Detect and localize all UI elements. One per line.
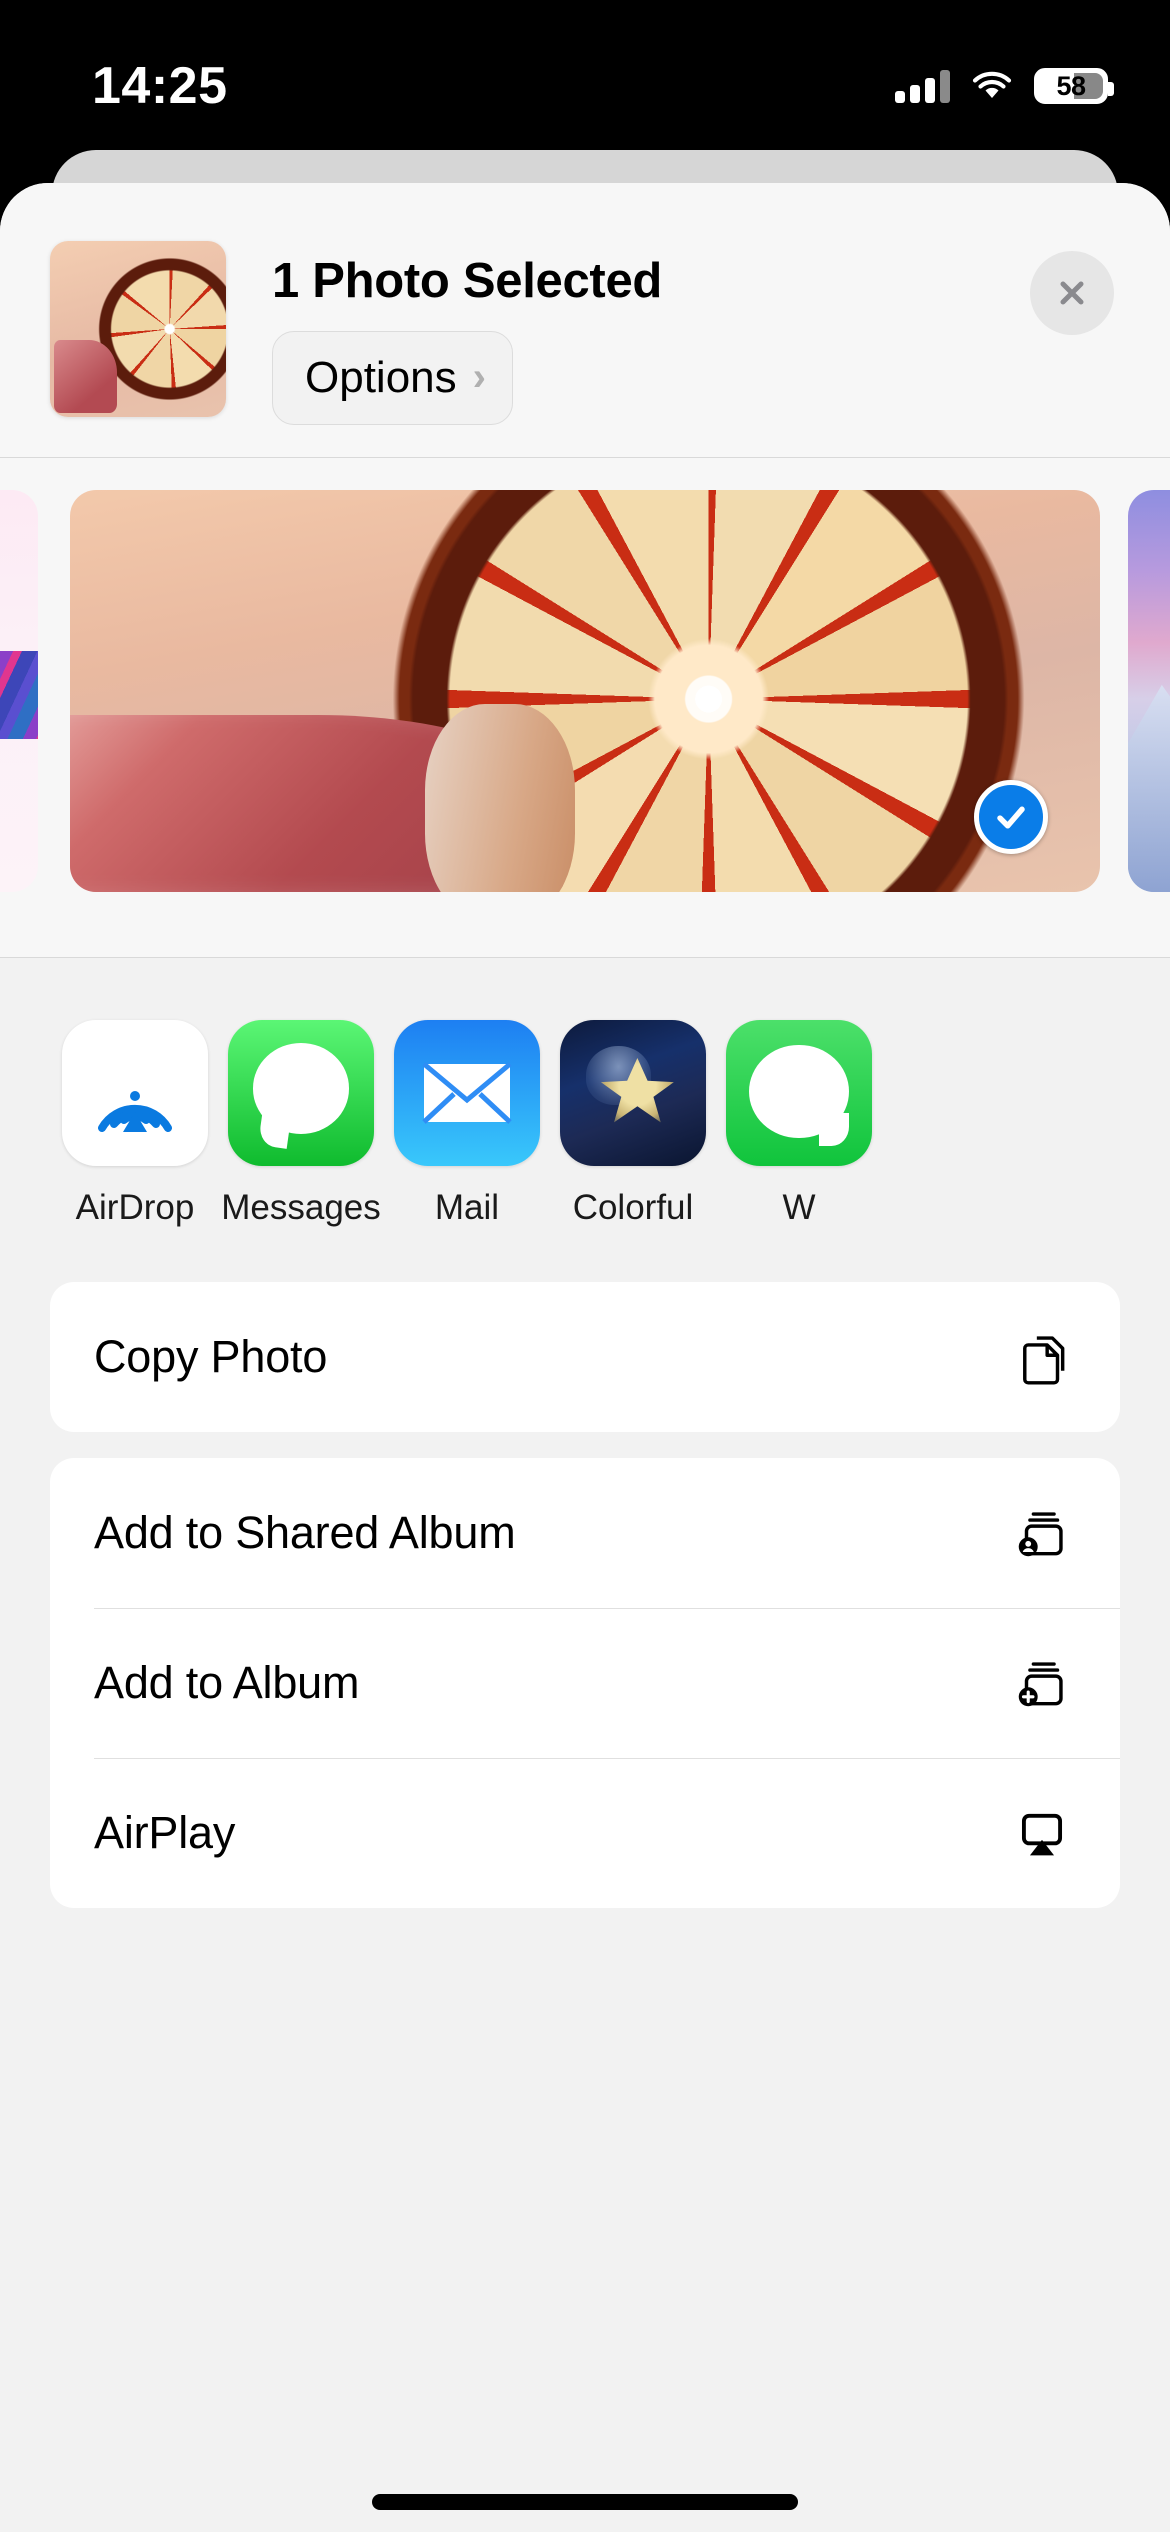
messages-icon — [228, 1020, 374, 1166]
action-label: Add to Album — [94, 1657, 360, 1708]
status-bar: 14:25 58 — [0, 0, 1170, 150]
battery-percent: 58 — [1056, 70, 1086, 101]
photo-carousel[interactable] — [0, 458, 1170, 958]
action-group-albums: Add to Shared Album Add to Album AirPlay — [50, 1458, 1120, 1908]
action-row-airplay[interactable]: AirPlay — [50, 1758, 1120, 1908]
selected-photo-thumbnail[interactable] — [50, 241, 226, 417]
action-row-add-shared-album[interactable]: Add to Shared Album — [50, 1458, 1120, 1608]
status-indicators: 58 — [895, 68, 1114, 104]
wifi-icon — [972, 71, 1012, 101]
share-targets-row[interactable]: AirDrop Messages Mail Colorful W — [0, 958, 1170, 1282]
airplay-icon — [1006, 1797, 1078, 1869]
grapefruit-photo[interactable] — [70, 490, 1100, 892]
home-indicator — [372, 2494, 798, 2510]
share-target-colorful[interactable]: Colorful — [550, 1020, 716, 1228]
action-label: AirPlay — [94, 1807, 236, 1858]
colorful-icon — [560, 1020, 706, 1166]
action-row-add-album[interactable]: Add to Album — [50, 1608, 1120, 1758]
share-target-label: Mail — [434, 1188, 500, 1227]
share-target-label: Colorful — [572, 1188, 694, 1227]
share-target-whatsapp[interactable]: W — [716, 1020, 882, 1228]
photo-selected-check[interactable] — [974, 780, 1048, 854]
shared-album-icon — [1006, 1497, 1078, 1569]
airdrop-icon — [62, 1020, 208, 1166]
cellular-bars-icon — [895, 69, 950, 103]
previous-photo-partial[interactable] — [0, 490, 38, 892]
status-time: 14:25 — [92, 57, 228, 115]
share-sheet-header: 1 Photo Selected Options › — [0, 183, 1170, 458]
share-target-label: AirDrop — [75, 1188, 195, 1227]
action-label: Add to Shared Album — [94, 1507, 516, 1558]
mail-icon — [394, 1020, 540, 1166]
close-button[interactable] — [1030, 251, 1114, 335]
share-target-messages[interactable]: Messages — [218, 1020, 384, 1228]
share-target-mail[interactable]: Mail — [384, 1020, 550, 1228]
close-icon — [1060, 281, 1084, 305]
chevron-right-icon: › — [472, 354, 486, 399]
page-title: 1 Photo Selected — [272, 254, 663, 308]
action-row-copy-photo[interactable]: Copy Photo — [50, 1282, 1120, 1432]
share-target-label: W — [782, 1188, 816, 1227]
share-target-airdrop[interactable]: AirDrop — [52, 1020, 218, 1228]
share-sheet: 1 Photo Selected Options › AirDrop Messa… — [0, 183, 1170, 2532]
checkmark-icon — [997, 806, 1025, 829]
add-album-icon — [1006, 1647, 1078, 1719]
action-label: Copy Photo — [94, 1331, 328, 1382]
options-button[interactable]: Options › — [272, 331, 513, 425]
battery-icon: 58 — [1034, 68, 1114, 104]
whatsapp-icon — [726, 1020, 872, 1166]
options-button-label: Options — [305, 353, 457, 402]
copy-icon — [1006, 1321, 1078, 1393]
action-group-copy: Copy Photo — [50, 1282, 1120, 1432]
next-photo-partial[interactable] — [1128, 490, 1170, 892]
share-target-label: Messages — [221, 1188, 381, 1227]
